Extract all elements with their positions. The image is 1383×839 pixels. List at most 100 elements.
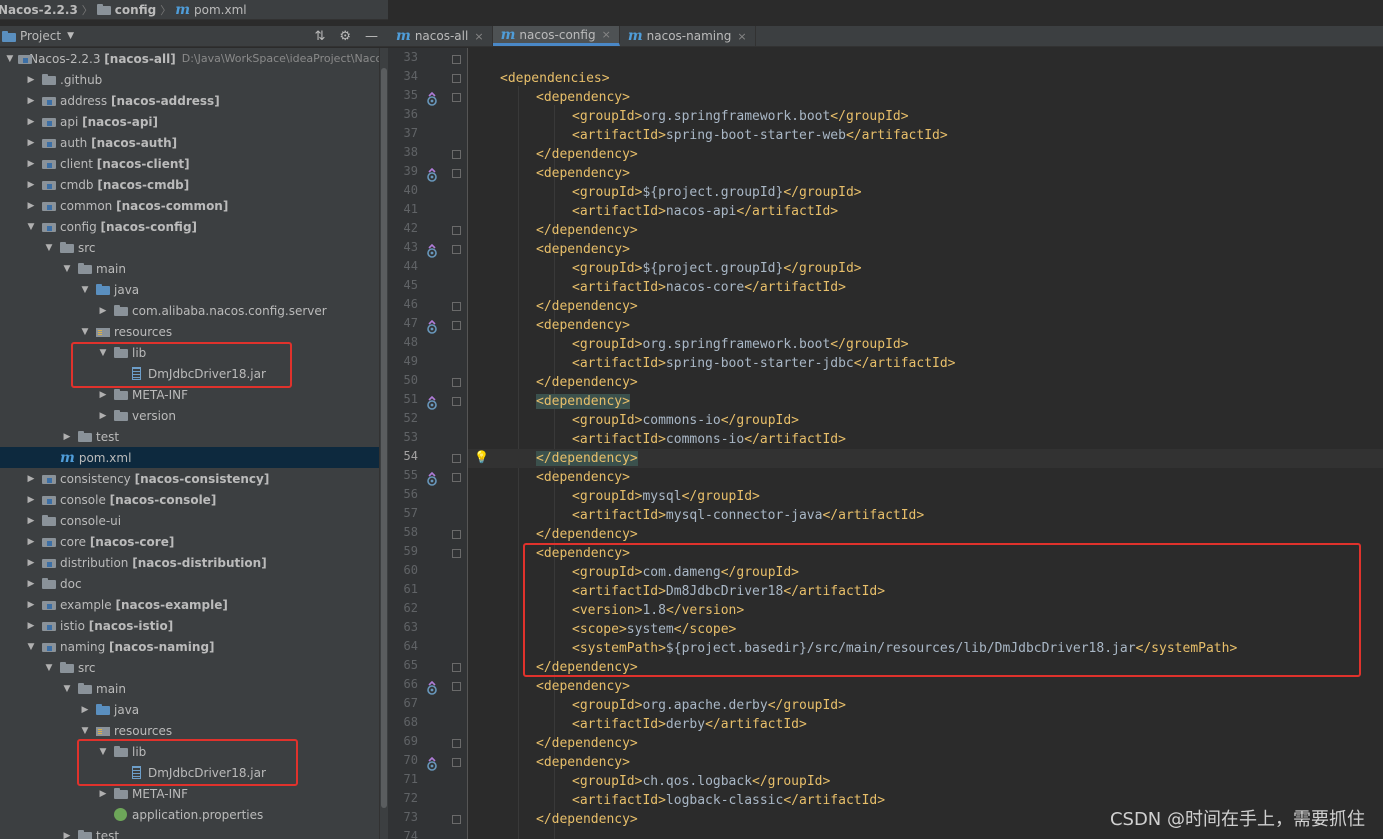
tab-nacos-config[interactable]: m nacos-config × — [492, 26, 620, 46]
fold-marker-icon[interactable] — [452, 454, 461, 463]
fold-marker-icon[interactable] — [452, 150, 461, 159]
tree-node[interactable]: DmJdbcDriver18.jar — [0, 762, 388, 783]
tree-node[interactable]: ▶ console [nacos-console] — [0, 489, 388, 510]
collapse-arrow-icon[interactable]: ▶ — [96, 390, 110, 400]
close-icon[interactable]: × — [474, 30, 483, 43]
tree-node[interactable]: ▶ consistency [nacos-consistency] — [0, 468, 388, 489]
close-icon[interactable]: × — [602, 28, 611, 41]
tree-node[interactable]: ▶ common [nacos-common] — [0, 195, 388, 216]
gear-icon[interactable]: ⚙ — [339, 29, 351, 44]
fold-marker-icon[interactable] — [452, 55, 461, 64]
fold-marker-icon[interactable] — [452, 815, 461, 824]
breadcrumb-root[interactable]: Nacos-2.2.3 — [0, 3, 78, 17]
tree-node[interactable]: ▶ auth [nacos-auth] — [0, 132, 388, 153]
expand-arrow-icon[interactable]: ▼ — [96, 747, 110, 757]
tree-node[interactable]: ▶ test — [0, 426, 388, 447]
collapse-arrow-icon[interactable]: ▶ — [24, 138, 38, 148]
tree-node[interactable]: ▶ client [nacos-client] — [0, 153, 388, 174]
collapse-arrow-icon[interactable]: ▶ — [24, 579, 38, 589]
collapse-arrow-icon[interactable]: ▶ — [24, 180, 38, 190]
expand-arrow-icon[interactable]: ▼ — [78, 726, 92, 736]
fold-marker-icon[interactable] — [452, 74, 461, 83]
collapse-arrow-icon[interactable]: ▶ — [24, 159, 38, 169]
tree-node[interactable]: ▶ cmdb [nacos-cmdb] — [0, 174, 388, 195]
expand-arrow-icon[interactable]: ▼ — [78, 327, 92, 337]
tree-node[interactable]: ▼ main — [0, 678, 388, 699]
tree-node[interactable]: ▶ com.alibaba.nacos.config.server — [0, 300, 388, 321]
maven-dependency-gutter-icon[interactable] — [426, 757, 438, 771]
fold-marker-icon[interactable] — [452, 473, 461, 482]
fold-marker-icon[interactable] — [452, 530, 461, 539]
collapse-arrow-icon[interactable]: ▶ — [24, 558, 38, 568]
tree-node[interactable]: ▼ src — [0, 237, 388, 258]
fold-marker-icon[interactable] — [452, 758, 461, 767]
fold-marker-icon[interactable] — [452, 169, 461, 178]
fold-marker-icon[interactable] — [452, 245, 461, 254]
tree-node[interactable]: ▶ META-INF — [0, 783, 388, 804]
maven-dependency-gutter-icon[interactable] — [426, 396, 438, 410]
project-view-selector[interactable]: Project ▼ — [2, 29, 74, 43]
tree-node[interactable]: ▶ istio [nacos-istio] — [0, 615, 388, 636]
tree-node[interactable]: ▶ address [nacos-address] — [0, 90, 388, 111]
tree-node[interactable]: ▶ distribution [nacos-distribution] — [0, 552, 388, 573]
tree-node[interactable]: DmJdbcDriver18.jar — [0, 363, 388, 384]
expand-arrow-icon[interactable]: ▼ — [60, 684, 74, 694]
collapse-arrow-icon[interactable]: ▶ — [24, 516, 38, 526]
collapse-arrow-icon[interactable]: ▶ — [60, 432, 74, 442]
fold-marker-icon[interactable] — [452, 321, 461, 330]
tree-node[interactable]: ▼ src — [0, 657, 388, 678]
fold-marker-icon[interactable] — [452, 549, 461, 558]
lightbulb-icon[interactable]: 💡 — [474, 450, 489, 464]
fold-marker-icon[interactable] — [452, 93, 461, 102]
expand-arrow-icon[interactable]: ▼ — [24, 642, 38, 652]
expand-arrow-icon[interactable]: ▼ — [42, 243, 56, 253]
collapse-arrow-icon[interactable]: ▶ — [24, 621, 38, 631]
collapse-arrow-icon[interactable]: ▶ — [24, 75, 38, 85]
tree-node[interactable]: ▼ lib — [0, 342, 388, 363]
tree-node[interactable]: m pom.xml — [0, 447, 388, 468]
tree-node[interactable]: ▼ java — [0, 279, 388, 300]
tree-scrollbar[interactable] — [379, 48, 388, 839]
collapse-arrow-icon[interactable]: ▶ — [96, 789, 110, 799]
tree-node[interactable]: application.properties — [0, 804, 388, 825]
maven-dependency-gutter-icon[interactable] — [426, 472, 438, 486]
fold-marker-icon[interactable] — [452, 397, 461, 406]
expand-arrow-icon[interactable]: ▼ — [78, 285, 92, 295]
tree-node[interactable]: ▼ Nacos-2.2.3 [nacos-all] D:\Java\WorkSpac… — [0, 48, 388, 69]
fold-marker-icon[interactable] — [452, 302, 461, 311]
collapse-arrow-icon[interactable]: ▶ — [24, 117, 38, 127]
minimize-icon[interactable]: — — [365, 29, 378, 44]
expand-arrow-icon[interactable]: ▼ — [96, 348, 110, 358]
tree-node[interactable]: ▼ resources — [0, 720, 388, 741]
maven-dependency-gutter-icon[interactable] — [426, 320, 438, 334]
tree-node[interactable]: ▶ example [nacos-example] — [0, 594, 388, 615]
collapse-arrow-icon[interactable]: ▶ — [96, 306, 110, 316]
collapse-arrow-icon[interactable]: ▶ — [24, 600, 38, 610]
fold-marker-icon[interactable] — [452, 226, 461, 235]
maven-dependency-gutter-icon[interactable] — [426, 681, 438, 695]
tree-node[interactable]: ▶ java — [0, 699, 388, 720]
collapse-arrow-icon[interactable]: ▶ — [96, 411, 110, 421]
collapse-arrow-icon[interactable]: ▶ — [24, 201, 38, 211]
tab-nacos-naming[interactable]: m nacos-naming × — [620, 26, 756, 46]
fold-marker-icon[interactable] — [452, 739, 461, 748]
tree-node[interactable]: ▶ doc — [0, 573, 388, 594]
tree-node[interactable]: ▼ config [nacos-config] — [0, 216, 388, 237]
expand-arrow-icon[interactable]: ▼ — [42, 663, 56, 673]
close-icon[interactable]: × — [737, 30, 746, 43]
tree-node[interactable]: ▶ test — [0, 825, 388, 839]
expand-arrow-icon[interactable]: ▼ — [6, 54, 14, 64]
collapse-arrow-icon[interactable]: ▶ — [24, 474, 38, 484]
tree-node[interactable]: ▶ console-ui — [0, 510, 388, 531]
collapse-all-icon[interactable]: ⇅ — [314, 29, 325, 44]
tree-node[interactable]: ▶ .github — [0, 69, 388, 90]
tree-node[interactable]: ▶ api [nacos-api] — [0, 111, 388, 132]
tree-node[interactable]: ▶ META-INF — [0, 384, 388, 405]
tab-nacos-all[interactable]: m nacos-all × — [388, 26, 493, 46]
maven-dependency-gutter-icon[interactable] — [426, 92, 438, 106]
tree-node[interactable]: ▼ naming [nacos-naming] — [0, 636, 388, 657]
expand-arrow-icon[interactable]: ▼ — [60, 264, 74, 274]
tree-node[interactable]: ▼ resources — [0, 321, 388, 342]
breadcrumb-file[interactable]: m pom.xml — [175, 2, 246, 18]
collapse-arrow-icon[interactable]: ▶ — [60, 831, 74, 839]
